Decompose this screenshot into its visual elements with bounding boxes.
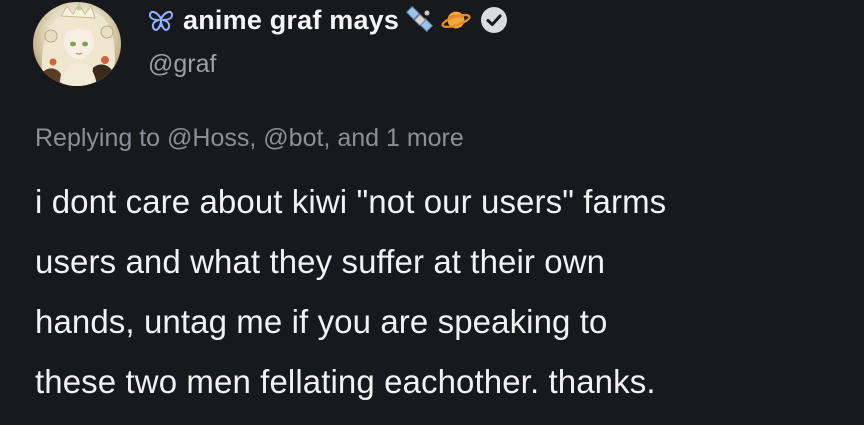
post-body-line: hands, untag me if you are speaking to [35, 303, 608, 340]
post-body-line: i dont care about kiwi "not our users" f… [35, 183, 667, 220]
author-display-name[interactable]: anime graf mays [183, 5, 399, 36]
verified-check-icon[interactable] [479, 5, 509, 35]
replying-to-line: Replying to @Hoss, @bot, and 1 more [35, 124, 464, 153]
author-handle[interactable]: @graf [148, 50, 216, 79]
butterfly-outline-icon [145, 4, 177, 36]
replying-to-label: Replying to [35, 124, 161, 152]
post-body: i dont care about kiwi "not our users" f… [35, 172, 835, 412]
mention-link-bot[interactable]: @bot, [263, 124, 330, 152]
ringed-planet-emoji-icon [441, 5, 471, 35]
author-name-row: anime graf mays [145, 0, 509, 40]
avatar-image [41, 3, 115, 86]
more-mentions-link[interactable]: and 1 more [337, 124, 463, 152]
avatar[interactable] [33, 2, 121, 86]
satellite-emoji-icon [405, 5, 435, 35]
post-body-line: these two men fellating eachother. thank… [35, 363, 656, 400]
post-body-line: users and what they suffer at their own [35, 243, 606, 280]
mention-link-hoss[interactable]: @Hoss, [167, 124, 256, 152]
post-card: anime graf mays @graf Replying to @Hoss,… [0, 0, 864, 425]
